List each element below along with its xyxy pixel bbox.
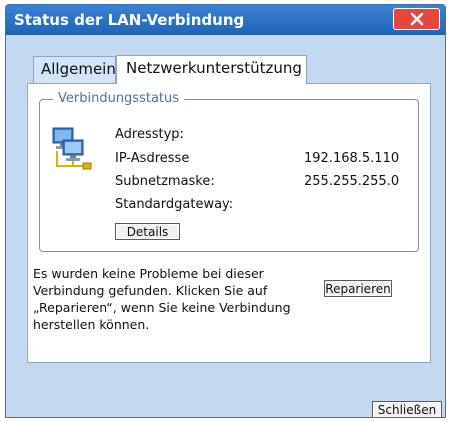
ip-address-label: IP-Asdresse xyxy=(115,151,190,166)
close-window-button[interactable] xyxy=(393,8,440,30)
repair-button[interactable]: Reparieren xyxy=(324,280,392,297)
address-type-label: Adresstyp: xyxy=(115,127,184,142)
tab-allgemein[interactable]: Allgemein xyxy=(33,56,116,83)
close-button[interactable]: Schließen xyxy=(372,401,442,417)
tab-panel: Verbindungsstatus Adresstyp: IP-Asdresse… xyxy=(27,83,431,363)
window-title: Status der LAN-Verbindung xyxy=(14,11,245,29)
connection-status-group: Verbindungsstatus Adresstyp: IP-Asdresse… xyxy=(39,91,419,252)
close-icon xyxy=(410,12,424,26)
group-legend: Verbindungsstatus xyxy=(53,91,185,106)
subnet-mask-value: 255.255.255.0 xyxy=(304,174,400,189)
title-bar[interactable]: Status der LAN-Verbindung xyxy=(6,5,445,35)
tab-netzwerkunterstuetzung[interactable]: Netzwerkunterstützung xyxy=(116,55,307,84)
subnet-mask-label: Subnetzmaske: xyxy=(115,174,215,189)
dialog-window: Status der LAN-Verbindung Allgemein Netz… xyxy=(5,4,446,418)
diagnosis-message: Es wurden keine Probleme bei dieser Verb… xyxy=(33,266,291,332)
default-gateway-label: Standardgateway: xyxy=(115,197,234,212)
network-connection-icon xyxy=(51,126,93,176)
ip-address-value: 192.168.5.110 xyxy=(304,151,400,166)
details-button[interactable]: Details xyxy=(115,223,180,240)
